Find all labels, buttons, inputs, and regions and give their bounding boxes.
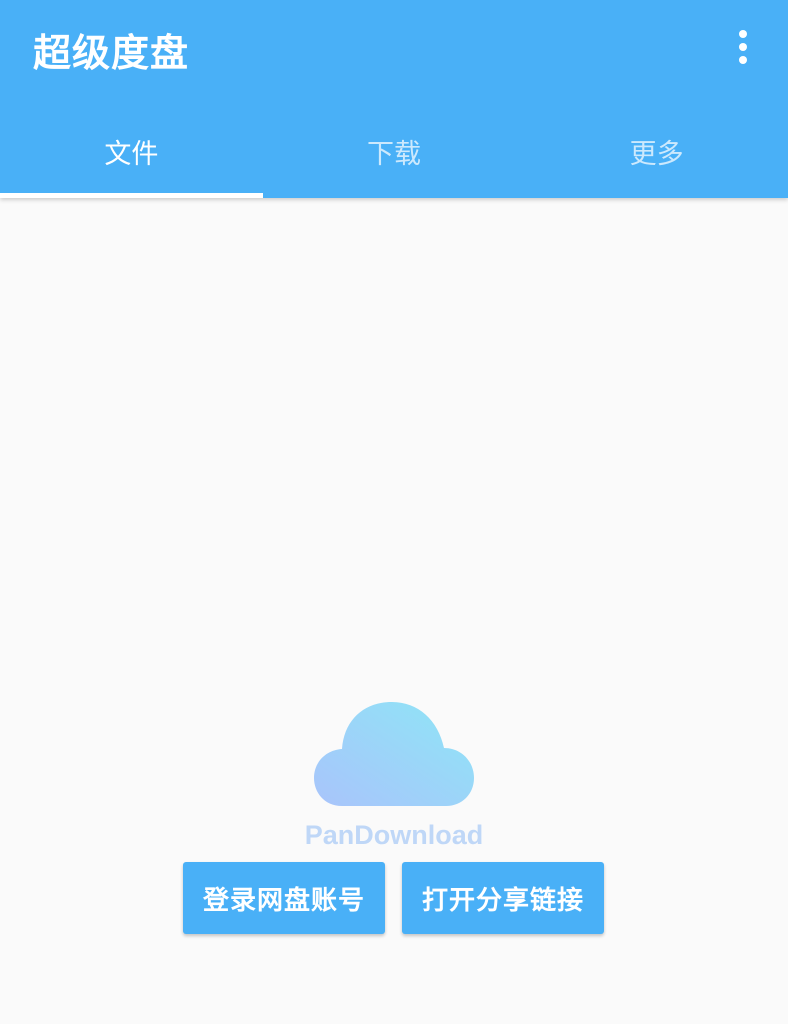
tab-files[interactable]: 文件 — [0, 108, 263, 198]
app-bar: 超级度盘 文件 下载 更多 — [0, 0, 788, 198]
app-title: 超级度盘 — [33, 31, 190, 75]
tab-more[interactable]: 更多 — [525, 108, 788, 198]
more-options-icon[interactable] — [728, 26, 758, 68]
menu-dot — [739, 43, 747, 51]
open-share-link-button[interactable]: 打开分享链接 — [402, 862, 604, 934]
brand-name: PanDownload — [304, 820, 484, 850]
action-buttons: 登录网盘账号 打开分享链接 — [183, 862, 604, 934]
cloud-icon — [314, 702, 474, 806]
tab-bar: 文件 下载 更多 — [0, 108, 788, 198]
menu-dot — [739, 56, 747, 64]
login-account-button[interactable]: 登录网盘账号 — [183, 862, 385, 934]
tab-downloads[interactable]: 下载 — [263, 108, 526, 198]
tab-indicator — [0, 193, 263, 198]
menu-dot — [739, 30, 747, 38]
empty-state: PanDownload — [0, 696, 788, 851]
